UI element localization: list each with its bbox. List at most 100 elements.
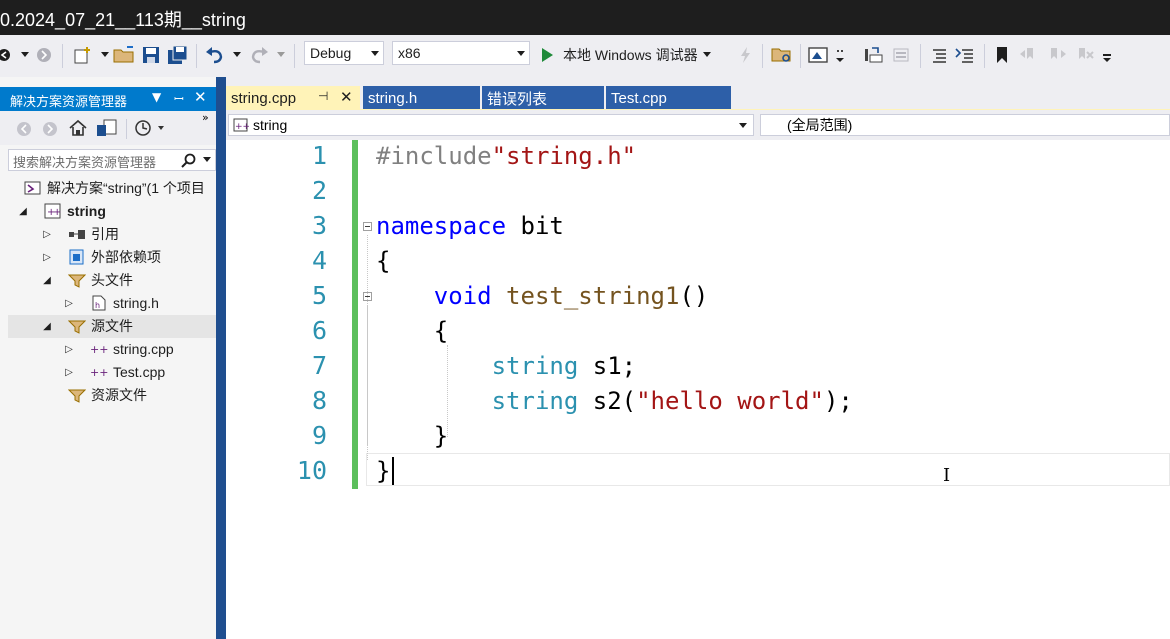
chevron-down-icon[interactable]	[203, 157, 211, 163]
solution-platform-select[interactable]: x86	[392, 41, 530, 65]
more-icon[interactable]: »	[202, 111, 209, 124]
chevron-down-icon	[702, 52, 711, 57]
change-tracking-bar	[352, 140, 358, 489]
code-line[interactable]: {	[376, 317, 448, 345]
tab-test-cpp[interactable]: Test.cpp	[606, 86, 731, 110]
redo-icon[interactable]	[248, 44, 270, 66]
play-icon	[542, 48, 553, 62]
back-dropdown-icon[interactable]	[20, 44, 30, 66]
member-scope-select[interactable]: (全局范围)	[760, 114, 1170, 136]
tree-node-string-cpp[interactable]: ▷ ++ string.cpp	[62, 338, 174, 360]
code-line[interactable]: }	[376, 422, 448, 450]
tree-node-string-h[interactable]: ▷ h string.h	[62, 292, 159, 314]
undo-dropdown-icon[interactable]	[232, 44, 242, 66]
collapsed-arrow-icon[interactable]: ▷	[40, 252, 54, 263]
toolbar-options-icon[interactable]	[1100, 44, 1114, 66]
switch-views-icon[interactable]	[96, 119, 118, 137]
comment-lines-icon[interactable]	[928, 44, 950, 66]
forward-icon[interactable]	[34, 44, 54, 66]
code-line[interactable]: #include"string.h"	[376, 142, 636, 170]
solution-search-input[interactable]: 搜索解决方案资源管理器	[8, 149, 216, 171]
expanded-arrow-icon[interactable]: ◢	[40, 275, 54, 286]
tab-string-h[interactable]: string.h	[363, 86, 480, 110]
code-line[interactable]: string s1;	[376, 352, 637, 380]
new-dropdown-icon[interactable]	[100, 44, 110, 66]
back-icon[interactable]	[0, 44, 14, 66]
code-line[interactable]: }	[376, 457, 390, 485]
tree-node-references[interactable]: ▷ 引用	[40, 223, 119, 245]
code-token: }	[376, 457, 391, 485]
close-icon[interactable]: ✕	[194, 88, 207, 106]
hot-reload-icon[interactable]	[737, 44, 753, 66]
code-line[interactable]: namespace bit	[376, 212, 564, 240]
code-line[interactable]: {	[376, 247, 390, 275]
code-token: bit	[506, 212, 564, 240]
next-bookmark-icon[interactable]	[1046, 44, 1068, 66]
toolbar-separator	[920, 44, 921, 68]
platform-value: x86	[398, 45, 421, 61]
open-folder-icon[interactable]	[112, 44, 136, 66]
screenshot-icon[interactable]	[806, 44, 830, 66]
code-token: string	[491, 387, 579, 415]
toolbar-separator	[62, 44, 63, 68]
save-icon[interactable]	[140, 44, 162, 66]
previous-bookmark-icon[interactable]	[1018, 44, 1040, 66]
tree-node-header-files[interactable]: ◢ 头文件	[40, 269, 133, 291]
panel-menu-icon[interactable]: ▼	[152, 90, 161, 104]
tree-node-source-files[interactable]: ◢ 源文件	[40, 315, 133, 337]
tree-node-external-dependencies[interactable]: ▷ 外部依赖项	[40, 246, 161, 268]
tab-label: 错误列表	[487, 90, 548, 108]
code-editor[interactable]: 1 2 3 4 5 6 7 8 9 10 #include"string.h" namespace …	[226, 140, 1170, 639]
cpp-file-icon: ++	[90, 364, 108, 380]
pending-changes-filter-icon[interactable]	[134, 119, 168, 137]
tab-string-cpp[interactable]: string.cpp ⊣ ✕	[226, 86, 360, 110]
save-all-icon[interactable]	[166, 44, 190, 66]
step-over-icon[interactable]	[890, 44, 914, 66]
project-label: string	[67, 203, 106, 219]
find-in-files-icon[interactable]	[770, 44, 794, 66]
toolbar-separator	[294, 44, 295, 68]
collapsed-arrow-icon[interactable]: ▷	[62, 367, 76, 378]
panel-splitter[interactable]	[216, 77, 226, 639]
tab-error-list[interactable]: 错误列表	[482, 86, 604, 110]
toolbar-overflow-icon[interactable]	[834, 44, 848, 66]
tree-node-resource-files[interactable]: 资源文件	[54, 384, 147, 406]
collapsed-arrow-icon[interactable]: ▷	[40, 229, 54, 240]
bookmark-icon[interactable]	[992, 44, 1012, 66]
uncomment-lines-icon[interactable]	[954, 44, 976, 66]
forward-icon[interactable]	[42, 121, 60, 137]
collapsed-arrow-icon[interactable]: ▷	[62, 344, 76, 355]
pin-icon[interactable]: ꟷ	[174, 90, 184, 107]
toolbar-separator	[984, 44, 985, 68]
collapse-namespace-icon[interactable]	[363, 222, 372, 231]
code-token: {	[376, 317, 449, 345]
step-into-icon[interactable]	[862, 44, 886, 66]
tree-node-test-cpp[interactable]: ▷ ++ Test.cpp	[62, 361, 165, 383]
expanded-arrow-icon[interactable]: ◢	[40, 321, 54, 332]
new-project-icon[interactable]	[70, 44, 96, 66]
solution-configuration-select[interactable]: Debug	[304, 41, 384, 65]
filter-folder-icon	[67, 272, 87, 288]
collapsed-arrow-icon[interactable]: ▷	[62, 298, 76, 309]
line-number: 5	[311, 281, 327, 310]
project-scope-select[interactable]: ++ string	[228, 114, 754, 136]
cpp-project-icon: ++	[44, 203, 62, 219]
pin-tab-icon[interactable]: ⊣	[318, 89, 328, 103]
tree-node-solution[interactable]: 解决方案“string”(1 个项目	[24, 177, 205, 199]
clear-bookmarks-icon[interactable]	[1074, 44, 1096, 66]
document-tab-bar: string.cpp ⊣ ✕ string.h 错误列表 Test.cpp	[226, 77, 1170, 110]
code-token: );	[823, 387, 853, 415]
close-tab-icon[interactable]: ✕	[340, 88, 353, 106]
line-number: 1	[311, 141, 327, 170]
redo-dropdown-icon[interactable]	[276, 44, 286, 66]
tab-label: string.cpp	[231, 89, 297, 107]
back-icon[interactable]	[16, 121, 34, 137]
undo-icon[interactable]	[204, 44, 226, 66]
expanded-arrow-icon[interactable]: ◢	[16, 206, 30, 217]
code-token: s2(	[578, 387, 637, 415]
code-line[interactable]: void test_string1()	[376, 282, 709, 310]
tree-node-project[interactable]: ◢ + + string	[16, 200, 106, 222]
home-icon[interactable]	[68, 119, 88, 137]
start-debugging-button[interactable]: 本地 Windows 调试器	[540, 44, 736, 66]
